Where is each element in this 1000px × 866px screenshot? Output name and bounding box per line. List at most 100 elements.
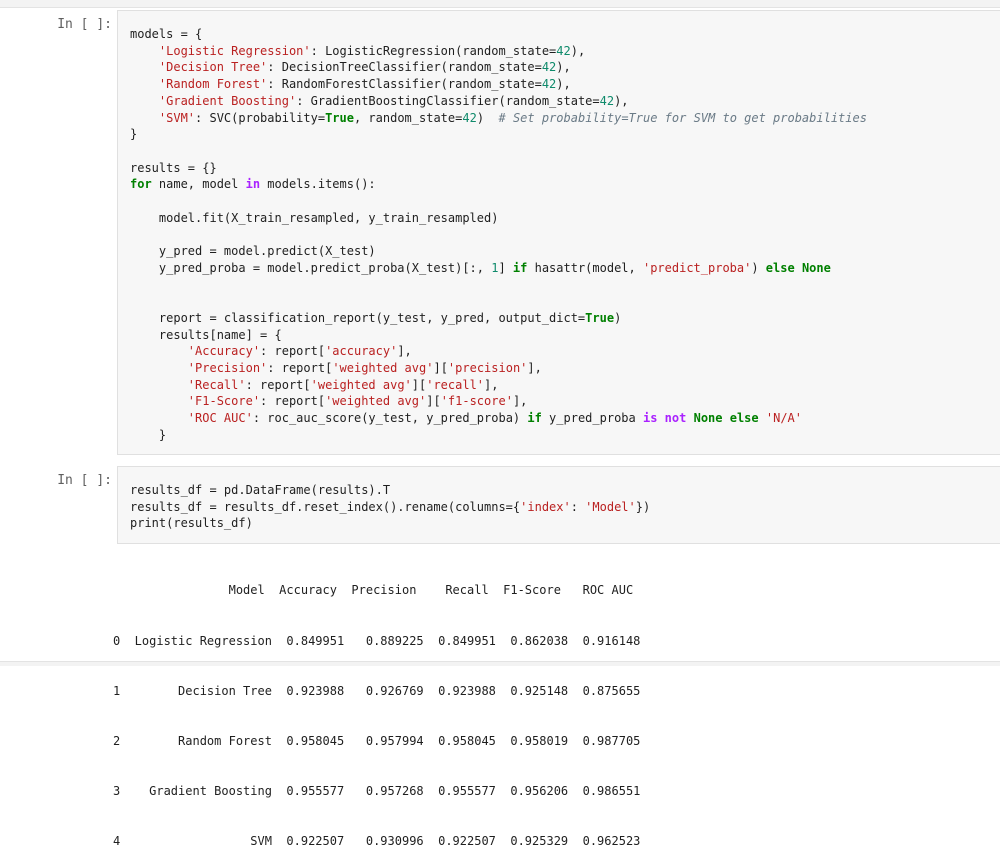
code-cell-1[interactable]: models = { 'Logistic Regression': Logist… <box>117 10 1000 455</box>
code-token: : LogisticRegression(random_state= <box>310 43 557 58</box>
code-token: ), <box>556 77 571 92</box>
output-line: 0 Logistic Regression 0.849951 0.889225 … <box>113 633 641 648</box>
code-token: 42 <box>462 110 477 125</box>
output-line: 4 SVM 0.922507 0.930996 0.922507 0.92532… <box>113 833 641 848</box>
code-token: } <box>130 427 167 442</box>
cell-2-prompt: In [ ]: <box>57 473 112 488</box>
code-token: 'index' <box>520 499 571 514</box>
code-token: results_df = results_df.reset_index().re… <box>130 499 521 514</box>
code-token: 'weighted avg' <box>310 377 412 392</box>
output-line: 1 Decision Tree 0.923988 0.926769 0.9239… <box>113 683 641 698</box>
code-token: 42 <box>541 60 557 75</box>
code-line: model.fit(X_train_resampled, y_train_res… <box>130 210 1000 227</box>
code-line: 'Precision': report['weighted avg']['pre… <box>130 360 1000 377</box>
code-token: ) <box>751 260 766 275</box>
code-token: None <box>801 260 831 275</box>
code-token: ][ <box>433 361 448 376</box>
code-token: is <box>642 411 658 426</box>
code-token: not <box>664 411 687 426</box>
code-cell-1-source[interactable]: models = { 'Logistic Regression': Logist… <box>118 11 1000 444</box>
code-token: 'Model' <box>585 499 636 514</box>
code-token: ) <box>476 110 499 125</box>
code-token: # Set probability=True for SVM to get pr… <box>498 110 867 125</box>
code-token: : report[ <box>267 361 333 376</box>
code-token: 'Accuracy' <box>187 344 261 359</box>
code-token: }) <box>635 499 651 514</box>
code-token: : report[ <box>245 377 311 392</box>
code-token: 42 <box>599 93 615 108</box>
code-token: : report[ <box>260 394 326 409</box>
code-token: y_pred_proba = model.predict_proba(X_tes… <box>130 260 492 275</box>
code-line: 'Random Forest': RandomForestClassifier(… <box>130 76 1000 93</box>
code-token: 'Logistic Regression' <box>158 43 311 58</box>
output-line: 2 Random Forest 0.958045 0.957994 0.9580… <box>113 733 641 748</box>
code-token: ), <box>570 43 586 58</box>
code-token: ] <box>498 260 513 275</box>
code-token: 'recall' <box>426 377 485 392</box>
code-token: 'SVM' <box>158 110 196 125</box>
code-line: for name, model in models.items(): <box>130 176 1000 193</box>
code-token: else <box>729 411 759 426</box>
code-cell-2-source[interactable]: results_df = pd.DataFrame(results).T resu… <box>118 467 1000 532</box>
code-token: in <box>245 177 261 192</box>
code-token: 'Recall' <box>187 377 246 392</box>
code-token: : <box>570 499 586 514</box>
code-token: 'Decision Tree' <box>158 60 268 75</box>
code-line: y_pred = model.predict(X_test) <box>130 243 1000 260</box>
code-token: ][ <box>411 377 427 392</box>
code-line: y_pred_proba = model.predict_proba(X_tes… <box>130 260 1000 277</box>
code-line: } <box>130 427 1000 444</box>
code-line: 'Recall': report['weighted avg']['recall… <box>130 377 1000 394</box>
code-line: 'Gradient Boosting': GradientBoostingCla… <box>130 93 1000 110</box>
code-token: ], <box>527 361 542 376</box>
code-token: : report[ <box>260 344 326 359</box>
code-token: ], <box>484 377 499 392</box>
code-token: 'Gradient Boosting' <box>158 93 297 108</box>
code-token: models = { <box>130 27 203 41</box>
code-token: 'weighted avg' <box>332 361 434 376</box>
code-line: results_df = results_df.reset_index().re… <box>130 499 1000 516</box>
code-token: y_pred = model.predict(X_test) <box>130 244 376 259</box>
code-token: print(results_df) <box>130 516 253 531</box>
code-token: 'F1-Score' <box>187 394 261 409</box>
code-cell-2[interactable]: results_df = pd.DataFrame(results).T resu… <box>117 466 1000 544</box>
code-token: ), <box>556 60 571 75</box>
code-line: results = {} <box>130 160 1000 177</box>
code-token: 'accuracy' <box>325 344 398 359</box>
output-line: Model Accuracy Precision Recall F1-Score… <box>113 583 634 598</box>
code-token: results_df = pd.DataFrame(results).T <box>130 483 391 497</box>
code-token: ][ <box>426 394 441 409</box>
code-token: hasattr(model, <box>527 260 643 275</box>
code-token: if <box>512 260 528 275</box>
code-token: True <box>325 110 354 125</box>
code-token: 'predict_proba' <box>642 260 752 275</box>
code-token: y_pred_proba <box>541 411 643 426</box>
code-line: report = classification_report(y_test, y… <box>130 310 1000 327</box>
output-line: 3 Gradient Boosting 0.955577 0.957268 0.… <box>113 783 641 798</box>
code-token: 'Precision' <box>187 361 268 376</box>
code-token: results = {} <box>130 160 217 175</box>
code-token: ), <box>614 93 629 108</box>
code-token: ], <box>512 394 528 409</box>
code-token: if <box>527 411 542 426</box>
code-token: : SVC(probability= <box>195 110 326 125</box>
code-token: 42 <box>541 77 557 92</box>
code-token: ) <box>614 310 622 325</box>
code-line: } <box>130 126 1000 143</box>
code-token: , random_state= <box>353 110 463 125</box>
